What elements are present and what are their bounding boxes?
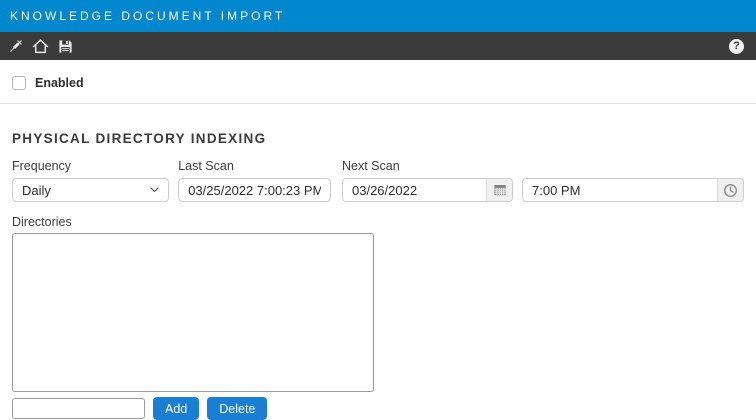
chevron-down-icon (150, 187, 159, 193)
directories-listbox[interactable] (12, 233, 374, 392)
next-scan-controls (342, 178, 744, 202)
next-scan-date-input[interactable] (343, 179, 486, 201)
frequency-label: Frequency (12, 159, 72, 173)
frequency-selected-value: Daily (22, 182, 51, 198)
next-scan-field: Next Scan (342, 159, 744, 202)
enabled-row: Enabled (12, 76, 744, 90)
home-icon[interactable] (32, 38, 49, 55)
directories-actions: Add Delete (12, 397, 744, 420)
save-icon[interactable] (57, 38, 74, 55)
next-scan-date-group (342, 178, 513, 202)
app-header: KNOWLEDGE DOCUMENT IMPORT (0, 0, 756, 32)
divider (0, 103, 756, 104)
page-title: KNOWLEDGE DOCUMENT IMPORT (10, 9, 286, 23)
next-scan-time-group (522, 178, 744, 202)
last-scan-field: Last Scan (178, 159, 331, 202)
enabled-checkbox[interactable] (12, 76, 26, 90)
calendar-icon[interactable] (486, 179, 512, 201)
scan-settings-row: Frequency Daily Last Scan Next Scan (12, 159, 744, 202)
next-scan-label: Next Scan (342, 159, 400, 173)
frequency-select[interactable]: Daily (12, 178, 170, 202)
last-scan-label: Last Scan (178, 159, 234, 173)
last-scan-input[interactable] (178, 178, 331, 202)
clock-icon[interactable] (717, 179, 743, 201)
next-scan-time-input[interactable] (523, 179, 717, 201)
help-icon[interactable]: ? (729, 38, 744, 54)
enabled-label: Enabled (35, 76, 84, 90)
pin-icon[interactable] (7, 38, 24, 55)
section-title: PHYSICAL DIRECTORY INDEXING (12, 131, 267, 146)
delete-button[interactable]: Delete (207, 397, 268, 420)
add-button[interactable]: Add (153, 397, 200, 420)
toolbar: ? (0, 32, 756, 60)
directories-label: Directories (12, 215, 72, 229)
directory-input[interactable] (12, 398, 145, 419)
frequency-field: Frequency Daily (12, 159, 170, 202)
